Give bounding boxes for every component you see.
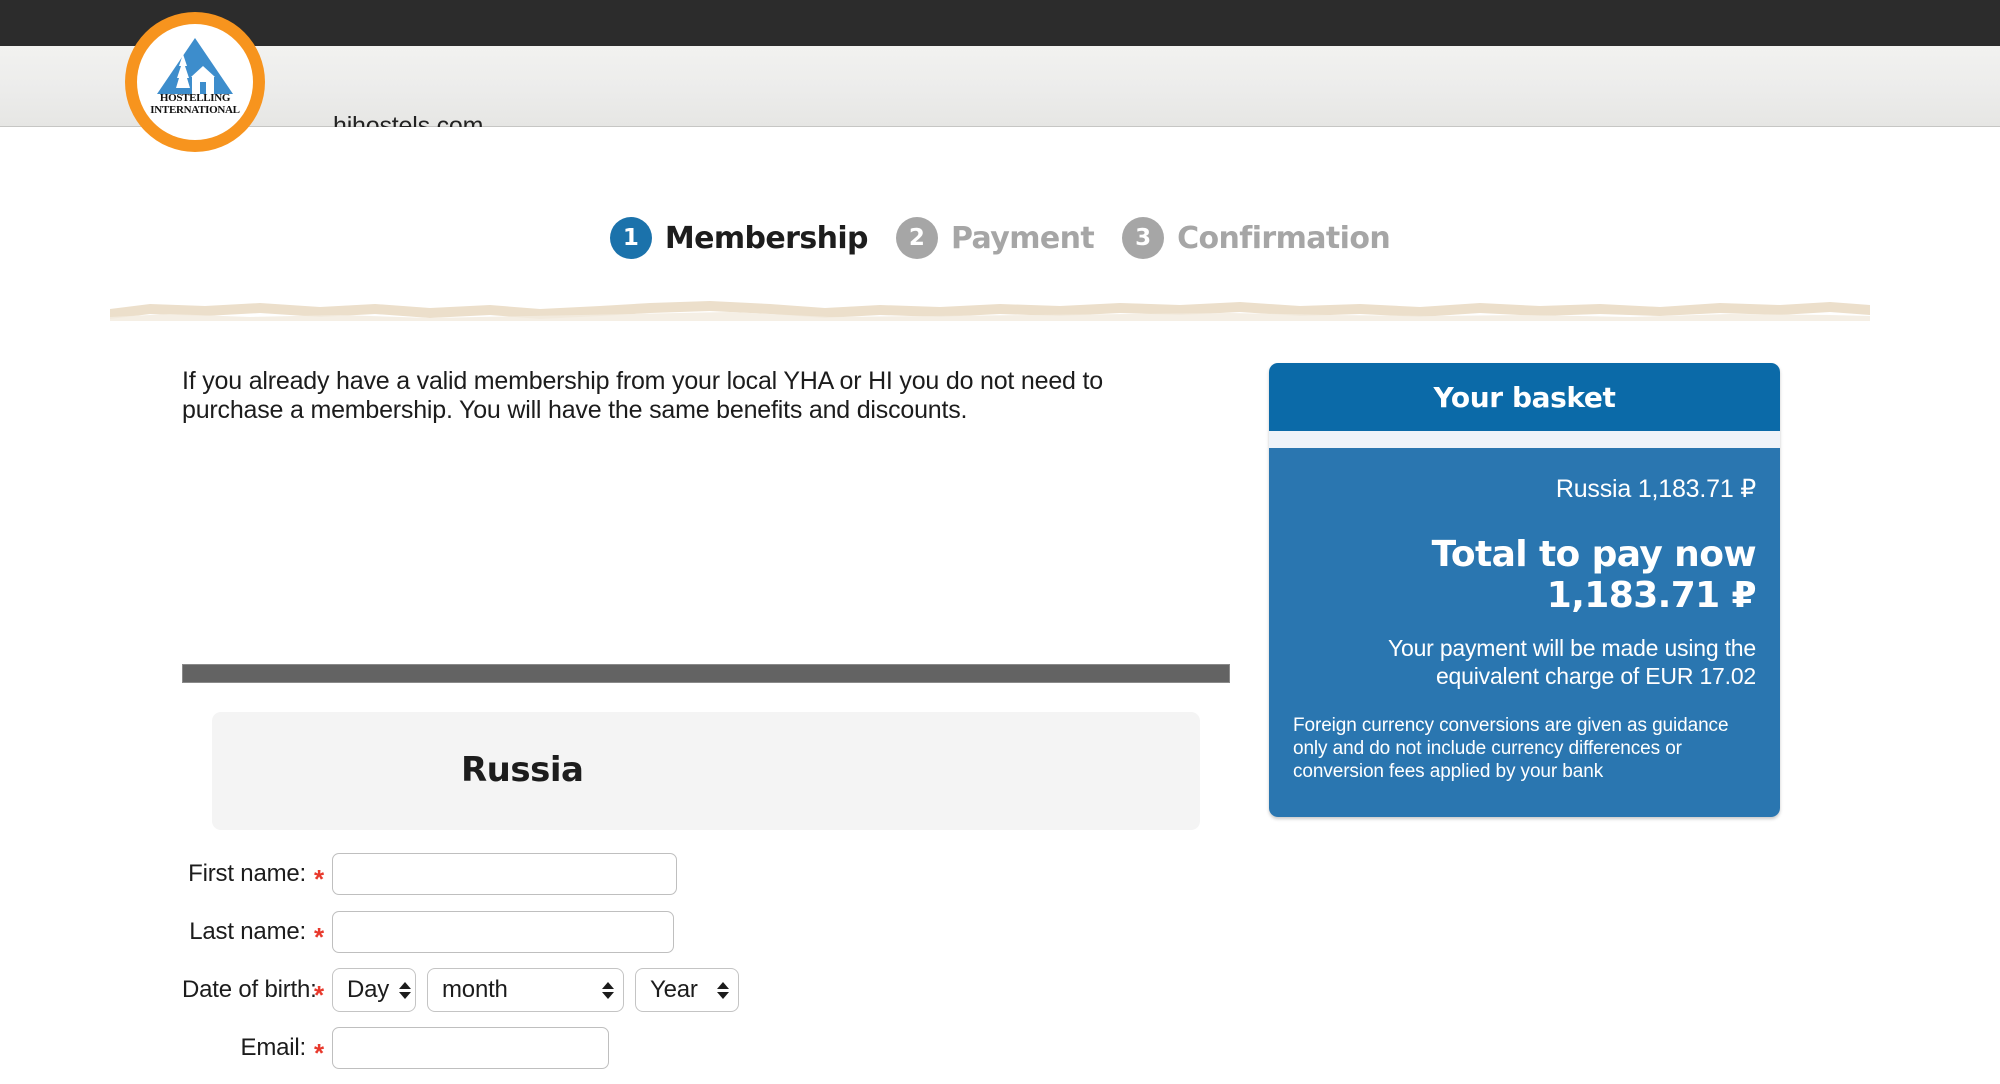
logo-caption: HOSTELLING INTERNATIONAL (137, 92, 253, 116)
dob-year-value: Year (650, 976, 698, 1003)
first-name-required-marker: * (313, 863, 325, 894)
page-content: 1 Membership 2 Payment 3 Confirmation If… (0, 127, 2000, 1069)
basket-equivalent-charge: Your payment will be made using the equi… (1387, 635, 1756, 689)
step-confirmation-number: 3 (1122, 217, 1165, 259)
country-name: Russia (461, 750, 584, 790)
date-of-birth-label: Date of birth: (182, 976, 317, 1003)
basket-panel: Your basket Russia 1,183.71 ₽ Total to p… (1269, 363, 1780, 817)
step-payment-label: Payment (950, 220, 1095, 256)
chevron-updown-icon (602, 981, 614, 999)
basket-total: Total to pay now 1,183.71 ₽ (1431, 534, 1757, 616)
logo-caption-line1: HOSTELLING (159, 92, 231, 104)
form-row-email: Email: * (182, 1026, 1002, 1070)
basket-divider-stripe (1269, 431, 1780, 448)
last-name-label: Last name: (189, 918, 306, 945)
torn-paper-divider (110, 301, 1870, 321)
chevron-updown-icon (399, 981, 412, 999)
form-row-last-name: Last name: * (182, 910, 1002, 954)
checkout-step-indicator: 1 Membership 2 Payment 3 Confirmation (0, 217, 2000, 259)
intro-paragraph: If you already have a valid membership f… (182, 367, 1103, 424)
first-name-input[interactable] (332, 853, 677, 895)
membership-form: First name: * Last name: * Date of birth… (182, 852, 1002, 1084)
browser-toolbar: hihostels.com (0, 46, 2000, 140)
logo-caption-line2: INTERNATIONAL (150, 104, 240, 116)
last-name-required-marker: * (313, 921, 325, 952)
hostelling-international-logo[interactable]: HOSTELLING INTERNATIONAL (125, 12, 265, 152)
step-confirmation[interactable]: 3 Confirmation (1122, 217, 1391, 259)
step-payment[interactable]: 2 Payment (895, 217, 1095, 259)
section-gray-bar (182, 664, 1230, 683)
email-label: Email: (240, 1034, 307, 1061)
basket-line-item: Russia 1,183.71 ₽ (1555, 475, 1756, 503)
dob-month-select[interactable]: month (427, 968, 624, 1012)
basket-currency-disclaimer: Foreign currency conversions are given a… (1293, 715, 1729, 782)
dob-day-value: Day (347, 976, 390, 1003)
browser-titlebar (0, 0, 2000, 46)
email-required-marker: * (313, 1037, 325, 1068)
intro-section: If you already have a valid membership f… (182, 367, 1182, 425)
form-row-date-of-birth: Date of birth: * Day month Year (182, 968, 1002, 1012)
dob-year-select[interactable]: Year (635, 968, 739, 1012)
dob-day-select[interactable]: Day (332, 968, 416, 1012)
hi-triangle-icon (157, 38, 233, 94)
step-confirmation-label: Confirmation (1177, 220, 1391, 256)
email-input[interactable] (332, 1027, 609, 1069)
dob-month-value: month (442, 976, 508, 1003)
date-of-birth-required-marker: * (313, 979, 325, 1010)
basket-title: Your basket (1433, 380, 1616, 414)
step-membership-label: Membership (664, 220, 869, 256)
logo-inner-circle: HOSTELLING INTERNATIONAL (137, 24, 253, 140)
first-name-label: First name: (188, 860, 306, 887)
last-name-input[interactable] (332, 911, 674, 953)
chevron-updown-icon (717, 981, 729, 999)
step-membership[interactable]: 1 Membership (609, 217, 869, 259)
step-payment-number: 2 (895, 217, 938, 259)
basket-body: Russia 1,183.71 ₽ Total to pay now 1,183… (1269, 448, 1780, 817)
form-row-first-name: First name: * (182, 852, 1002, 896)
basket-header: Your basket (1269, 363, 1780, 431)
country-card: Russia (212, 712, 1200, 830)
step-membership-number: 1 (609, 217, 652, 259)
